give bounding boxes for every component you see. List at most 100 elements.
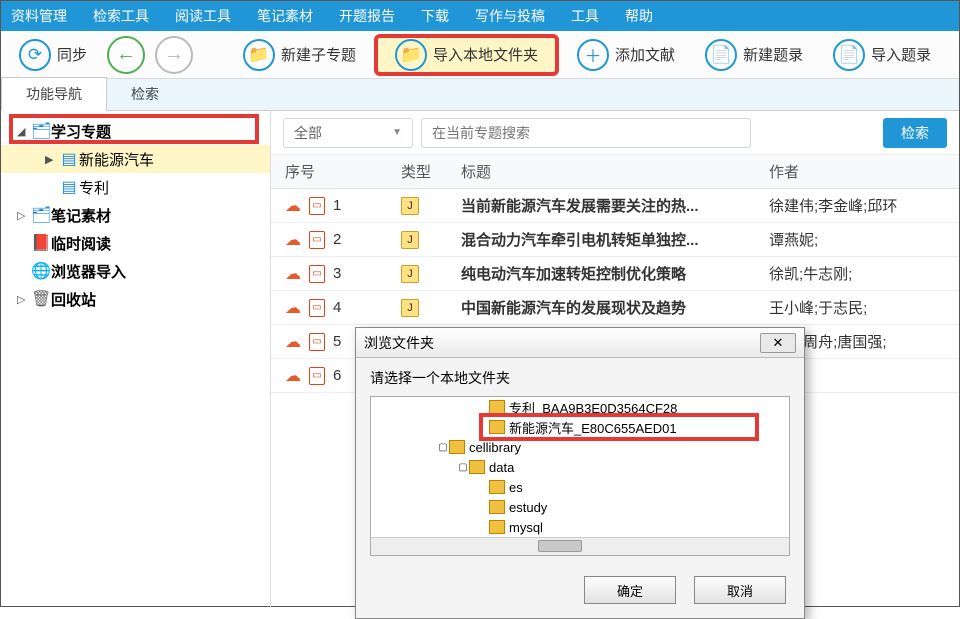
page-icon: ▭ [309,333,325,351]
book-icon: 📕 [31,233,51,253]
row-seq: 2 [333,231,341,248]
close-button[interactable]: ✕ [760,333,796,353]
col-seq[interactable]: 序号 [271,161,401,182]
folder-tree[interactable]: 专利_BAA9B3E0D3564CF28 新能源汽车_E80C655AED01 … [370,396,790,556]
col-title[interactable]: 标题 [461,161,769,182]
menu-read[interactable]: 阅读工具 [175,6,231,26]
page-icon: ▭ [309,197,325,215]
close-icon: ✕ [773,335,784,351]
file-import-icon: 📄 [833,39,865,71]
type-j-icon: J [401,197,419,215]
add-reference-button[interactable]: ＋ 添加文献 [567,36,685,74]
import-folder-button[interactable]: 📁 导入本地文件夹 [376,36,557,74]
expand-icon: ▷ [17,209,31,222]
folder-icon [469,460,485,474]
folder-item-nev[interactable]: 新能源汽车_E80C655AED01 [509,418,677,437]
tree-patent[interactable]: ▤专利 [1,173,270,201]
tab-nav[interactable]: 功能导航 [1,77,107,111]
trash-icon: 🗑 [31,289,51,309]
type-j-icon: J [401,231,419,249]
tree-notes[interactable]: ▷🗂笔记素材 [1,201,270,229]
menu-download[interactable]: 下载 [421,6,449,26]
menu-search[interactable]: 检索工具 [93,6,149,26]
doc-icon: ▤ [59,177,79,197]
table-row[interactable]: ☁▭1J当前新能源汽车发展需要关注的热...徐建伟;李金峰;邱环 [271,189,959,223]
chevron-down-icon: ▼ [392,127,402,138]
search-scope[interactable]: 全部▼ [283,118,413,148]
doc-icon: ▤ [59,149,79,169]
sync-button[interactable]: ⟳ 同步 [9,36,97,74]
import-record-label: 导入题录 [871,44,931,65]
row-title: 纯电动汽车加速转矩控制优化策略 [461,263,769,284]
search-input[interactable] [421,118,751,148]
tab-search[interactable]: 检索 [107,78,183,110]
import-record-button[interactable]: 📄 导入题录 [823,36,941,74]
search-button[interactable]: 检索 [883,118,947,148]
row-title: 混合动力汽车牵引电机转矩单独控... [461,229,769,250]
sync-icon: ⟳ [19,39,51,71]
type-j-icon: J [401,299,419,317]
nav-forward-button[interactable]: → [155,36,193,74]
col-author[interactable]: 作者 [769,161,959,182]
tree-study[interactable]: ◢🗂学习专题 [1,117,270,145]
globe-icon: 🌐 [31,261,51,281]
expand-icon: ▶ [45,153,59,166]
menu-write[interactable]: 写作与投稿 [475,6,545,26]
col-type[interactable]: 类型 [401,161,461,182]
import-folder-label: 导入本地文件夹 [433,44,538,65]
menu-data[interactable]: 资料管理 [11,6,67,26]
menu-tools[interactable]: 工具 [571,6,599,26]
tree-recycle[interactable]: ▷🗑回收站 [1,285,270,313]
folder-item[interactable]: es [509,480,523,495]
new-subtopic-button[interactable]: 📁 新建子专题 [233,36,366,74]
nav-back-button[interactable]: ← [107,36,145,74]
type-j-icon: J [401,265,419,283]
tree-browser[interactable]: 🌐浏览器导入 [1,257,270,285]
tree-nev[interactable]: ▶▤新能源汽车 [1,145,270,173]
toolbar: ⟳ 同步 ← → 📁 新建子专题 📁 导入本地文件夹 ＋ 添加文献 📄 新建题录… [1,31,959,79]
row-author: 徐凯;牛志刚; [769,263,959,284]
plus-icon: ＋ [577,39,609,71]
folder-icon [489,400,505,414]
page-icon: ▭ [309,367,325,385]
folder-item[interactable]: data [489,460,514,475]
table-row[interactable]: ☁▭3J纯电动汽车加速转矩控制优化策略徐凯;牛志刚; [271,257,959,291]
ok-button[interactable]: 确定 [584,576,676,604]
folder-item[interactable]: 专利_BAA9B3E0D3564CF28 [509,398,677,417]
file-icon: 📄 [705,39,737,71]
tree-temp[interactable]: 📕临时阅读 [1,229,270,257]
dialog-prompt: 请选择一个本地文件夹 [370,368,790,388]
folder-item[interactable]: cellibrary [469,440,521,455]
new-record-button[interactable]: 📄 新建题录 [695,36,813,74]
scrollbar-thumb[interactable] [538,540,582,552]
collapse-icon[interactable]: ▢ [437,442,449,453]
browse-folder-dialog: 浏览文件夹 ✕ 请选择一个本地文件夹 专利_BAA9B3E0D3564CF28 … [355,327,805,619]
cloud-icon: ☁ [285,230,301,250]
row-author: 谭燕妮; [769,229,959,250]
folder-import-icon: 📁 [395,39,427,71]
cancel-button[interactable]: 取消 [694,576,786,604]
new-record-label: 新建题录 [743,44,803,65]
row-title: 当前新能源汽车发展需要关注的热... [461,195,769,216]
cloud-icon: ☁ [285,332,301,352]
row-seq: 4 [333,299,341,316]
cloud-icon: ☁ [285,366,301,386]
page-icon: ▭ [309,231,325,249]
expand-icon: ▷ [17,293,31,306]
folder-icon [489,480,505,494]
cloud-icon: ☁ [285,196,301,216]
menu-report[interactable]: 开题报告 [339,6,395,26]
collapse-icon[interactable]: ▢ [457,462,469,473]
folder-item[interactable]: estudy [509,500,547,515]
table-row[interactable]: ☁▭4J中国新能源汽车的发展现状及趋势王小峰;于志民; [271,291,959,325]
menu-help[interactable]: 帮助 [625,6,653,26]
page-icon: ▭ [309,299,325,317]
sidebar: ◢🗂学习专题 ▶▤新能源汽车 ▤专利 ▷🗂笔记素材 📕临时阅读 🌐浏览器导入 ▷… [1,111,271,608]
folder-icon [489,420,505,434]
grid-header: 序号 类型 标题 作者 [271,155,959,189]
folder-item[interactable]: mysql [509,520,543,535]
table-row[interactable]: ☁ ▭ 2 J 混合动力汽车牵引电机转矩单独控...谭燕妮; [271,223,959,257]
sidebar-tabs: 功能导航 检索 [1,79,959,111]
menu-notes[interactable]: 笔记素材 [257,6,313,26]
dialog-titlebar[interactable]: 浏览文件夹 ✕ [356,328,804,358]
